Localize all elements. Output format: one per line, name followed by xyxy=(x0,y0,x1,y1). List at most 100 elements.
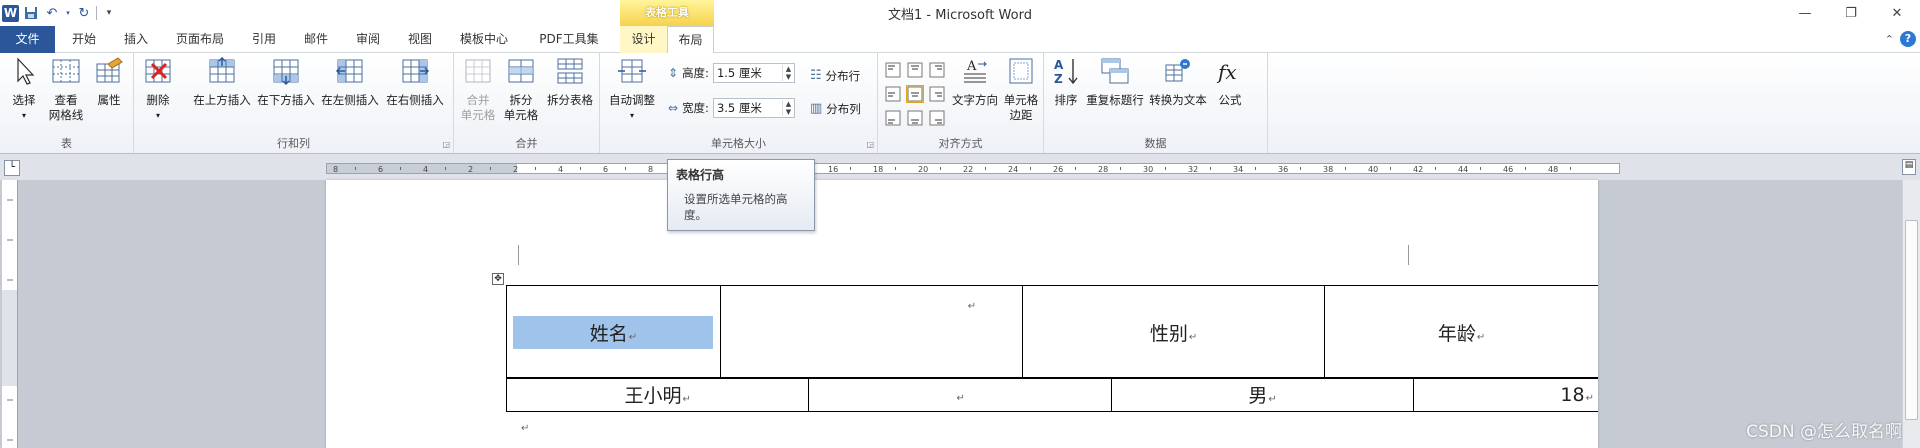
tab-mailings[interactable]: 邮件 xyxy=(292,26,340,53)
svg-text:Z: Z xyxy=(1054,72,1063,86)
tab-template-center[interactable]: 模板中心 xyxy=(448,26,520,53)
document-page[interactable]: ✥ 姓名↵ ↵ 性别↵ 年龄↵ 王小明↵ ↵ 男↵ 18↵ ↵ xyxy=(326,180,1598,448)
align-bottom-right-button[interactable] xyxy=(928,109,946,127)
convert-to-text-button[interactable]: 转换为文本 xyxy=(1146,56,1210,108)
tab-view[interactable]: 视图 xyxy=(396,26,444,53)
table-cell[interactable]: 王小明↵ xyxy=(505,377,810,412)
rows-cols-launcher-icon[interactable]: ◲ xyxy=(442,140,450,149)
row-height-label: 高度: xyxy=(682,66,709,80)
properties-button[interactable]: 属性 xyxy=(90,56,128,108)
delete-button[interactable]: 删除 ▾ xyxy=(140,56,176,123)
tab-design[interactable]: 设计 xyxy=(620,26,667,53)
split-cells-button[interactable]: 拆分 单元格 xyxy=(500,56,542,123)
group-label-data: 数据 xyxy=(1144,137,1167,150)
ruler-bar[interactable]: 8642246810121416182022242628303234363840… xyxy=(326,163,1620,174)
align-top-center-button[interactable] xyxy=(906,61,924,79)
distribute-rows-button[interactable]: ☷ 分布行 xyxy=(810,65,860,87)
table-cell[interactable]: 性别↵ xyxy=(1021,285,1326,379)
table-cell[interactable]: 男↵ xyxy=(1110,377,1415,412)
insert-left-button[interactable]: 在左侧插入 xyxy=(318,56,382,108)
convert-to-text-icon xyxy=(1165,59,1190,82)
group-label-merge: 合并 xyxy=(515,137,538,150)
tab-pdf-tools[interactable]: PDF工具集 xyxy=(524,26,614,53)
align-top-left-icon xyxy=(885,62,901,78)
watermark: CSDN @怎么取名啊 xyxy=(1746,422,1902,442)
cell-size-launcher-icon[interactable]: ◲ xyxy=(866,140,874,149)
scrollbar-thumb[interactable] xyxy=(1905,220,1918,420)
undo-dropdown-icon[interactable]: ▾ xyxy=(64,4,72,22)
vertical-scrollbar[interactable] xyxy=(1902,180,1920,448)
align-middle-center-button[interactable] xyxy=(906,85,924,103)
autofit-button[interactable]: 自动调整 ▾ xyxy=(606,56,658,123)
row-height-icon: ⇕ xyxy=(668,66,679,80)
repeat-header-button[interactable]: 重复标题行 xyxy=(1084,56,1146,108)
distribute-cols-button[interactable]: ▥ 分布列 xyxy=(810,98,861,120)
cell-margins-button[interactable]: 单元格 边距 xyxy=(1000,56,1042,123)
align-bottom-left-button[interactable] xyxy=(884,109,902,127)
insert-above-button[interactable]: 在上方插入 xyxy=(190,56,254,108)
tab-home[interactable]: 开始 xyxy=(60,26,108,53)
tab-references[interactable]: 引用 xyxy=(240,26,288,53)
group-cell-size: 自动调整 ▾ ⇕ 高度: 1.5 厘米 ▲ ▼ ⇔ 宽度: 3.5 厘米 ▲ ▼ ☷… xyxy=(600,53,878,153)
text-direction-button[interactable]: A 文字方向 xyxy=(950,56,1000,108)
col-width-spinner[interactable]: ▲ ▼ xyxy=(781,100,794,116)
restore-icon[interactable]: ❐ xyxy=(1828,0,1874,26)
tab-page-layout[interactable]: 页面布局 xyxy=(164,26,236,53)
insert-right-button[interactable]: 在右侧插入 xyxy=(382,56,448,108)
align-middle-left-button[interactable] xyxy=(884,85,902,103)
col-width-input[interactable]: 3.5 厘米 ▲ ▼ xyxy=(712,98,795,118)
table-row: 王小明↵ ↵ 男↵ 18↵ xyxy=(505,377,1598,412)
table-cell[interactable]: 18↵ xyxy=(1413,377,1598,412)
ruler-number: 30 xyxy=(1143,165,1153,173)
tab-selector-icon[interactable]: └ xyxy=(4,160,20,176)
tab-review[interactable]: 审阅 xyxy=(344,26,392,53)
select-button[interactable]: 选择 ▾ xyxy=(6,56,42,123)
tooltip-title: 表格行高 xyxy=(676,168,725,182)
align-bottom-center-button[interactable] xyxy=(906,109,924,127)
help-icon[interactable]: ? xyxy=(1900,31,1916,47)
ruler-number: 4 xyxy=(558,165,563,173)
row-height-input[interactable]: 1.5 厘米 ▲ ▼ xyxy=(712,63,795,83)
align-top-left-button[interactable] xyxy=(884,61,902,79)
quick-access-toolbar: W ↶ ▾ ↻ ▾ xyxy=(2,3,118,23)
window-controls: — ❐ ✕ xyxy=(1782,0,1920,26)
align-middle-right-button[interactable] xyxy=(928,85,946,103)
ruler-toggle-icon[interactable]: ▤ xyxy=(1902,159,1916,175)
ruler-number: 40 xyxy=(1368,165,1378,173)
merge-cells-button[interactable]: 合并 单元格 xyxy=(458,56,498,123)
formula-fx-icon: fx xyxy=(1216,60,1237,84)
redo-icon[interactable]: ↻ xyxy=(75,4,93,22)
customize-qat-icon[interactable]: ▾ xyxy=(100,4,118,22)
minimize-icon[interactable]: — xyxy=(1782,0,1828,26)
group-alignment: A 文字方向 单元格 边距 对齐方式 xyxy=(878,53,1044,153)
table-move-handle-icon[interactable]: ✥ xyxy=(492,273,504,285)
undo-icon[interactable]: ↶ xyxy=(43,4,61,22)
word-logo-icon[interactable]: W xyxy=(2,4,19,22)
close-icon[interactable]: ✕ xyxy=(1874,0,1920,26)
sort-button[interactable]: AZ 排序 xyxy=(1050,56,1082,108)
table-cell[interactable]: 姓名↵ xyxy=(506,285,721,379)
align-top-right-icon xyxy=(929,62,945,78)
document-table-row2[interactable]: 王小明↵ ↵ 男↵ 18↵ xyxy=(505,377,1598,412)
table-cell[interactable]: 年龄↵ xyxy=(1324,285,1598,379)
tab-file[interactable]: 文件 xyxy=(0,26,55,53)
align-top-right-button[interactable] xyxy=(928,61,946,79)
table-cell[interactable]: ↵ xyxy=(808,377,1112,412)
formula-button[interactable]: fx 公式 xyxy=(1212,56,1248,108)
group-rows-cols: 删除 ▾ 在上方插入 在下方插入 在左侧插入 在右侧插入 行和列 ◲ xyxy=(134,53,454,153)
minimize-ribbon-icon[interactable]: ⌃ xyxy=(1885,33,1894,46)
svg-text:A: A xyxy=(1054,58,1064,72)
tab-insert[interactable]: 插入 xyxy=(112,26,160,53)
autofit-icon xyxy=(618,59,646,83)
save-icon[interactable] xyxy=(22,4,40,22)
document-table[interactable]: 姓名↵ ↵ 性别↵ 年龄↵ xyxy=(506,285,1598,379)
row-height-spinner[interactable]: ▲ ▼ xyxy=(781,65,794,81)
sort-az-icon: AZ xyxy=(1054,58,1078,86)
tab-layout[interactable]: 布局 xyxy=(667,26,714,54)
view-gridlines-button[interactable]: 查看 网格线 xyxy=(44,56,88,123)
group-label-table: 表 xyxy=(61,137,72,150)
ribbon-tabs: 文件 开始 插入 页面布局 引用 邮件 审阅 视图 模板中心 PDF工具集 设计… xyxy=(0,26,1920,54)
table-cell[interactable]: ↵ xyxy=(719,285,1023,379)
insert-below-button[interactable]: 在下方插入 xyxy=(254,56,318,108)
split-table-button[interactable]: 拆分表格 xyxy=(542,56,598,108)
